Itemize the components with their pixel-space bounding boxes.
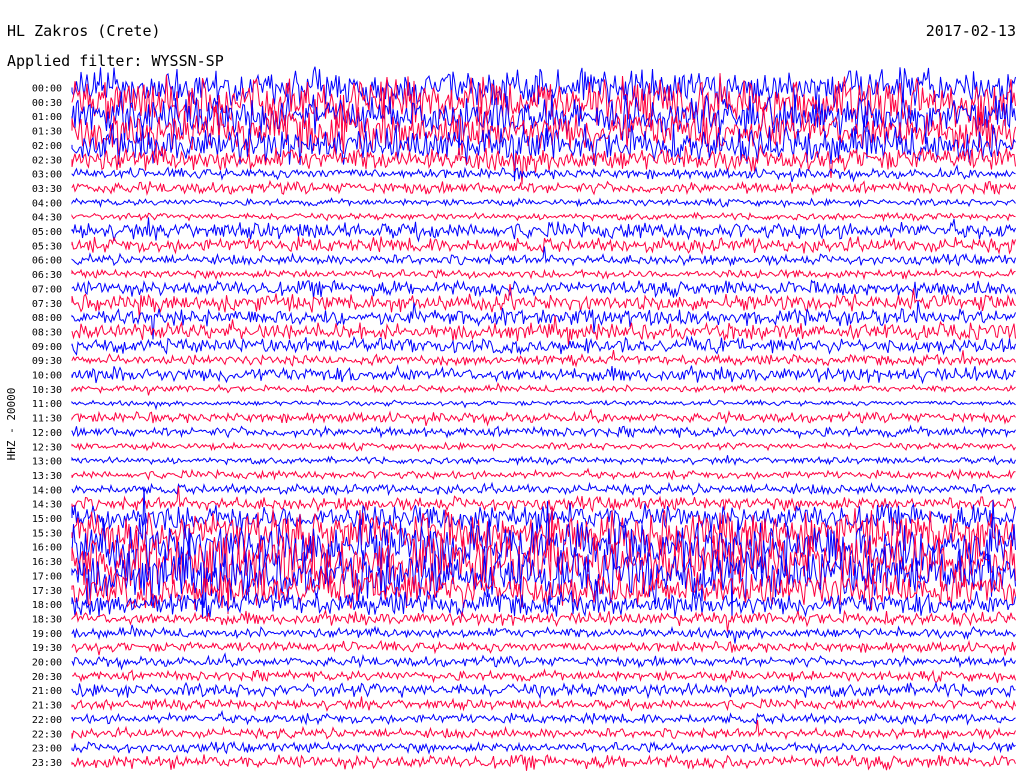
row-time-label: 21:30: [32, 701, 62, 712]
row-time-label: 08:30: [32, 327, 62, 338]
trace-row: [71, 481, 1016, 497]
row-time-label: 10:00: [32, 371, 62, 382]
row-time-label: 00:30: [32, 98, 62, 109]
trace-row: [71, 455, 1016, 467]
row-time-label: 02:30: [32, 155, 62, 166]
row-time-label: 18:30: [32, 614, 62, 625]
row-time-label: 05:00: [32, 227, 62, 238]
trace-row: [71, 639, 1016, 656]
row-time-label: 09:30: [32, 356, 62, 367]
trace-group: [71, 66, 1016, 771]
row-time-label: 23:00: [32, 744, 62, 755]
trace-row: [71, 197, 1016, 209]
row-time-label: 19:00: [32, 629, 62, 640]
row-time-label: 04:30: [32, 213, 62, 224]
trace-row: [71, 668, 1016, 684]
filter-label: Applied filter: WYSSN-SP: [7, 52, 224, 70]
trace-row: [71, 740, 1016, 755]
row-time-label: 11:00: [32, 399, 62, 410]
trace-row: [71, 624, 1016, 644]
row-time-label: 20:30: [32, 672, 62, 683]
trace-row: [71, 164, 1016, 183]
channel-label: HHZ - 20000: [5, 388, 18, 461]
row-time-label: 13:30: [32, 471, 62, 482]
row-time-label: 12:30: [32, 442, 62, 453]
row-time-label: 10:30: [32, 385, 62, 396]
row-time-label: 17:30: [32, 586, 62, 597]
row-label-group: 00:00 00:30 01:00 01:30 02:00 02:30 03:00 03:30…: [32, 84, 62, 769]
row-time-label: 22:00: [32, 715, 62, 726]
row-time-label: 06:30: [32, 270, 62, 281]
trace-row: [71, 408, 1016, 427]
row-time-label: 17:00: [32, 571, 62, 582]
row-time-label: 02:00: [32, 141, 62, 152]
row-time-label: 18:00: [32, 600, 62, 611]
row-time-label: 13:00: [32, 457, 62, 468]
row-time-label: 01:30: [32, 127, 62, 138]
trace-row: [71, 364, 1016, 385]
row-time-label: 19:30: [32, 643, 62, 654]
row-time-label: 14:30: [32, 500, 62, 511]
trace-row: [71, 608, 1016, 632]
row-time-label: 09:00: [32, 342, 62, 353]
trace-row: [71, 720, 1016, 741]
trace-row: [71, 315, 1016, 346]
row-time-label: 12:00: [32, 428, 62, 439]
row-time-label: 01:00: [32, 112, 62, 123]
trace-row: [71, 179, 1016, 196]
row-time-label: 03:30: [32, 184, 62, 195]
seismogram-chart: 00:00 00:30 01:00 01:30 02:00 02:30 03:00 03:30…: [5, 22, 1016, 771]
row-time-label: 03:00: [32, 170, 62, 181]
trace-row: [71, 211, 1016, 223]
trace-row: [71, 335, 1016, 356]
row-time-label: 15:00: [32, 514, 62, 525]
row-time-label: 15:30: [32, 528, 62, 539]
station-title: HL Zakros (Crete): [7, 22, 161, 40]
trace-row: [71, 441, 1016, 453]
row-time-label: 05:30: [32, 241, 62, 252]
trace-row: [71, 246, 1016, 267]
trace-row: [71, 217, 1016, 243]
trace-row: [71, 267, 1016, 281]
trace-row: [71, 696, 1016, 712]
row-time-label: 08:00: [32, 313, 62, 324]
trace-row: [71, 398, 1016, 411]
trace-row: [71, 300, 1016, 340]
row-time-label: 20:00: [32, 658, 62, 669]
trace-row: [71, 652, 1016, 671]
row-time-label: 11:30: [32, 414, 62, 425]
row-time-label: 07:00: [32, 284, 62, 295]
trace-row: [71, 381, 1016, 396]
row-time-label: 07:30: [32, 299, 62, 310]
row-time-label: 04:00: [32, 198, 62, 209]
row-time-label: 16:00: [32, 543, 62, 554]
trace-row: [71, 709, 1016, 726]
trace-row: [71, 143, 1016, 185]
trace-row: [71, 350, 1016, 368]
row-time-label: 22:30: [32, 729, 62, 740]
row-time-label: 00:00: [32, 84, 62, 95]
row-time-label: 06:00: [32, 256, 62, 267]
trace-row: [71, 279, 1016, 299]
trace-row: [71, 424, 1016, 440]
row-time-label: 21:00: [32, 686, 62, 697]
trace-row: [71, 753, 1016, 771]
date-label: 2017-02-13: [926, 22, 1016, 40]
trace-row: [71, 467, 1016, 481]
row-time-label: 16:30: [32, 557, 62, 568]
row-time-label: 14:00: [32, 485, 62, 496]
row-time-label: 23:30: [32, 758, 62, 769]
trace-row: [71, 681, 1016, 700]
